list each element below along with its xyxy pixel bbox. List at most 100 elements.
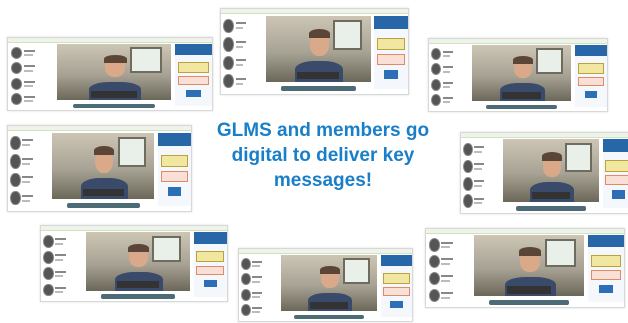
participant-name-line bbox=[235, 77, 247, 80]
participant-name-line bbox=[55, 238, 66, 241]
headline: GLMS and members go digital to deliver k… bbox=[205, 118, 441, 193]
partner-logo bbox=[390, 300, 403, 308]
video-call-screenshot-5 bbox=[460, 132, 628, 214]
participant-role-line bbox=[474, 185, 482, 188]
participant-entry bbox=[241, 288, 265, 301]
participant-entry bbox=[431, 78, 456, 91]
avatar bbox=[223, 37, 234, 52]
participant-role-line bbox=[55, 274, 64, 277]
participant-role-line bbox=[23, 100, 33, 103]
participant-entry bbox=[241, 258, 265, 271]
participant-name-line bbox=[474, 145, 485, 148]
call-controls-bar bbox=[516, 205, 586, 211]
participant-entry bbox=[10, 154, 36, 169]
participant-name-line bbox=[23, 96, 36, 99]
video-call-screenshot-2 bbox=[220, 8, 409, 95]
avatar bbox=[241, 273, 252, 286]
participant-list bbox=[461, 138, 500, 213]
participant-name-line bbox=[22, 176, 33, 179]
speaker-hair bbox=[128, 243, 150, 252]
participant-entry bbox=[10, 47, 40, 60]
participant-role-line bbox=[252, 311, 260, 314]
participant-name-line bbox=[235, 59, 247, 62]
participant-entry bbox=[10, 93, 40, 106]
window bbox=[342, 258, 370, 284]
participant-entry bbox=[463, 142, 487, 156]
participant-role-line bbox=[22, 144, 30, 147]
participant-entry bbox=[241, 273, 265, 286]
participant-role-line bbox=[23, 69, 33, 72]
participant-name-line bbox=[441, 258, 453, 261]
event-info-panel bbox=[158, 132, 191, 206]
window bbox=[544, 238, 576, 267]
participant-name-line bbox=[55, 286, 66, 289]
video-feed bbox=[471, 44, 572, 101]
participant-thumbnails bbox=[82, 188, 124, 197]
participant-name-line bbox=[22, 157, 33, 160]
call-controls-bar bbox=[100, 294, 175, 299]
participant-entry bbox=[10, 172, 36, 187]
avatar bbox=[428, 288, 440, 302]
participant-role-line bbox=[23, 85, 33, 88]
participant-role-line bbox=[441, 296, 450, 299]
avatar bbox=[223, 55, 234, 70]
event-info-panel bbox=[574, 44, 607, 107]
participant-role-line bbox=[235, 27, 244, 30]
avatar bbox=[10, 191, 21, 206]
participant-name-line bbox=[55, 254, 66, 257]
call-controls-bar bbox=[73, 103, 155, 108]
video-call-screenshot-4 bbox=[7, 125, 192, 212]
participant-list bbox=[221, 14, 263, 94]
partner-logo bbox=[178, 75, 210, 86]
headline-line-2: digital to deliver key bbox=[231, 145, 415, 166]
participant-role-line bbox=[441, 279, 450, 282]
call-controls-bar bbox=[294, 314, 364, 319]
avatar bbox=[428, 271, 440, 286]
avatar bbox=[43, 283, 54, 297]
event-banner bbox=[602, 139, 628, 152]
video-call-screenshot-8 bbox=[425, 228, 625, 308]
event-info-panel bbox=[588, 235, 624, 303]
partner-logo bbox=[591, 270, 622, 281]
partner-logo bbox=[584, 90, 598, 98]
video-feed bbox=[502, 139, 600, 202]
participant-list bbox=[426, 234, 470, 307]
partner-logo bbox=[605, 160, 628, 172]
participant-entry bbox=[43, 283, 69, 297]
window bbox=[332, 19, 363, 51]
participant-entry bbox=[431, 48, 456, 61]
participant-role-line bbox=[474, 167, 482, 170]
participant-entry bbox=[223, 37, 249, 52]
participant-entry bbox=[223, 55, 249, 70]
participant-entry bbox=[428, 271, 457, 286]
avatar bbox=[463, 142, 474, 156]
headline-line-1: GLMS and members go bbox=[216, 120, 430, 141]
avatar bbox=[43, 251, 54, 264]
video-feed bbox=[85, 232, 190, 291]
participant-thumbnails bbox=[506, 286, 552, 294]
participant-name-line bbox=[474, 180, 485, 183]
call-controls-bar bbox=[489, 300, 569, 305]
participant-thumbnails bbox=[116, 281, 159, 289]
avatar bbox=[428, 255, 440, 269]
participant-role-line bbox=[252, 296, 260, 299]
partner-logo bbox=[591, 255, 622, 267]
avatar bbox=[10, 47, 23, 60]
avatar bbox=[241, 258, 252, 271]
participant-role-line bbox=[235, 45, 244, 48]
participant-role-line bbox=[22, 199, 30, 202]
speaker-hair bbox=[512, 55, 533, 64]
participant-role-line bbox=[252, 265, 260, 268]
call-controls-bar bbox=[485, 104, 558, 109]
partner-logo bbox=[384, 69, 398, 79]
event-banner bbox=[374, 15, 408, 29]
partner-logo bbox=[383, 286, 410, 297]
avatar bbox=[43, 267, 54, 280]
participant-entry bbox=[10, 191, 36, 206]
video-feed bbox=[56, 43, 172, 100]
partner-logo bbox=[186, 89, 201, 97]
participant-entry bbox=[10, 135, 36, 151]
event-banner bbox=[193, 232, 227, 244]
participant-entry bbox=[463, 177, 487, 191]
avatar bbox=[10, 154, 21, 169]
